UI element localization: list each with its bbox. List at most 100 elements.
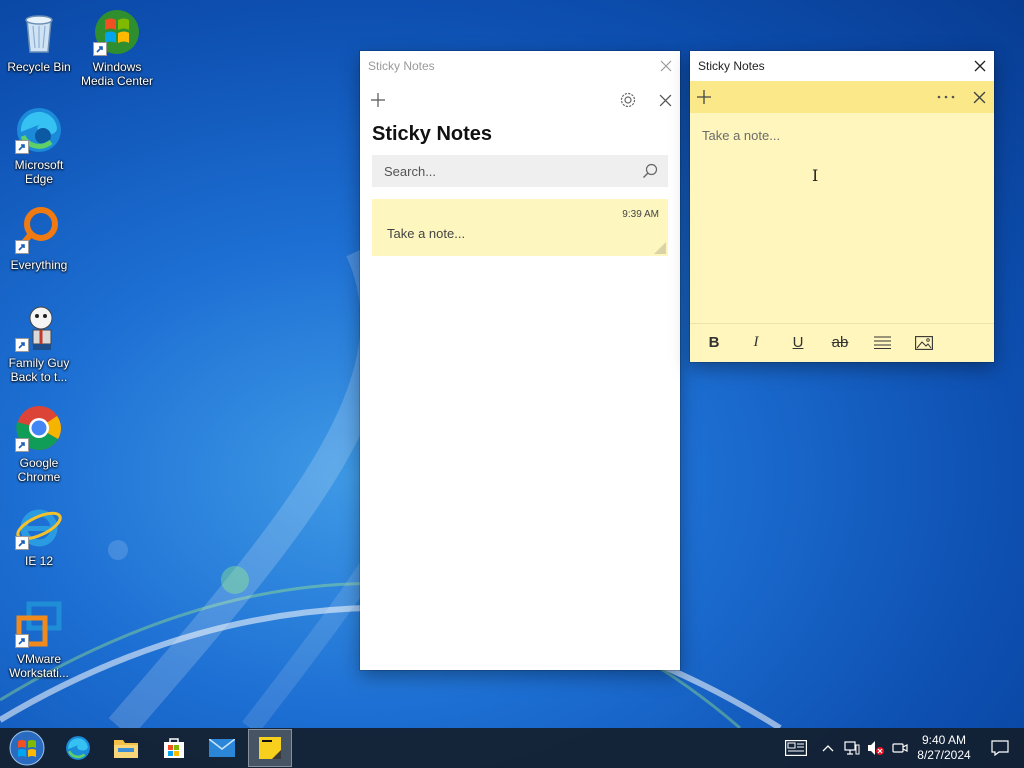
bold-button[interactable]: B	[698, 327, 730, 359]
everything-search-icon	[15, 206, 63, 254]
close-icon	[660, 60, 672, 72]
edge-icon	[15, 106, 63, 154]
desktop-icon-label: Recycle Bin	[7, 60, 71, 74]
close-icon	[974, 60, 986, 72]
start-button[interactable]	[0, 728, 54, 768]
search-box[interactable]	[372, 155, 668, 187]
taskbar: 9:40 AM 8/27/2024	[0, 728, 1024, 768]
desktop-icon-label: Family Guy Back to t...	[8, 356, 70, 384]
list-toolbar	[360, 81, 680, 119]
taskbar-store-button[interactable]	[150, 728, 198, 768]
family-guy-icon	[15, 304, 63, 352]
close-window-button[interactable]	[660, 60, 672, 72]
clock-time: 9:40 AM	[921, 733, 967, 747]
strikethrough-button[interactable]: ab	[824, 327, 856, 359]
bullet-list-button[interactable]	[866, 327, 898, 359]
close-window-button[interactable]	[974, 60, 986, 72]
clock-date: 8/27/2024	[917, 748, 971, 762]
window-title: Sticky Notes	[698, 59, 765, 73]
windows-media-center-icon	[93, 8, 141, 56]
page-title: Sticky Notes	[372, 123, 493, 145]
taskbar-file-explorer-button[interactable]	[102, 728, 150, 768]
edge-icon	[66, 736, 90, 760]
desktop-icon-windows-media-center[interactable]: Windows Media Center	[78, 8, 156, 88]
news-widget-button[interactable]	[776, 728, 816, 768]
action-center-button[interactable]	[976, 728, 1024, 768]
gear-icon	[620, 92, 636, 108]
file-explorer-icon	[114, 740, 138, 758]
start-icon	[9, 730, 45, 766]
shortcut-arrow-icon	[15, 140, 29, 154]
title-bar: Sticky Notes	[690, 51, 994, 81]
window-title: Sticky Notes	[368, 59, 435, 73]
meet-now-button[interactable]	[888, 728, 912, 768]
microsoft-store-icon	[164, 738, 184, 758]
camera-icon	[892, 743, 908, 753]
new-note-button[interactable]	[696, 89, 712, 105]
note-text-area[interactable]	[702, 128, 982, 308]
sticky-note-window: Sticky Notes I B I U ab	[690, 51, 994, 362]
desktop-icon-label: Google Chrome	[17, 456, 61, 484]
insert-image-button[interactable]	[908, 327, 940, 359]
desktop-icon-label: VMware Workstati...	[9, 652, 69, 680]
shortcut-arrow-icon	[15, 536, 29, 550]
more-icon	[937, 95, 955, 99]
volume-button[interactable]	[864, 728, 888, 768]
text-cursor-icon: I	[812, 166, 819, 185]
shortcut-arrow-icon	[15, 240, 29, 254]
search-input[interactable]	[384, 163, 642, 179]
note-body[interactable]: I	[690, 113, 994, 323]
network-icon	[844, 741, 860, 755]
desktop-icon-google-chrome[interactable]: Google Chrome	[0, 404, 78, 484]
page-fold-icon	[642, 242, 666, 254]
menu-button[interactable]	[937, 95, 955, 99]
sticky-notes-list-window: Sticky Notes Sticky Notes 9:39 AM Take a…	[360, 51, 680, 670]
taskbar-mail-button[interactable]	[198, 728, 246, 768]
bullet-list-icon	[873, 336, 891, 349]
desktop-icon-ie[interactable]: IE 12	[0, 502, 78, 568]
recycle-bin-icon	[15, 8, 63, 56]
desktop-icon-vmware[interactable]: VMware Workstati...	[0, 600, 78, 680]
italic-button[interactable]: I	[740, 327, 772, 359]
desktop-icon-recycle-bin[interactable]: Recycle Bin	[0, 8, 78, 74]
chrome-icon	[15, 404, 63, 452]
search-icon[interactable]	[642, 163, 658, 179]
taskbar-edge-button[interactable]	[54, 728, 102, 768]
show-hidden-icons-button[interactable]	[816, 728, 840, 768]
plus-icon	[371, 93, 385, 107]
desktop-icon-everything[interactable]: Everything	[0, 206, 78, 272]
internet-explorer-icon	[15, 502, 63, 550]
desktop-icon-family-guy[interactable]: Family Guy Back to t...	[0, 304, 78, 384]
volume-muted-icon	[868, 741, 884, 755]
new-note-button[interactable]	[370, 92, 386, 108]
title-bar: Sticky Notes	[360, 51, 680, 81]
desktop-icon-label: Windows Media Center	[80, 60, 154, 88]
desktop-icon-microsoft-edge[interactable]: Microsoft Edge	[0, 106, 78, 186]
news-icon	[785, 740, 807, 756]
shortcut-arrow-icon	[93, 42, 107, 56]
system-tray: 9:40 AM 8/27/2024	[776, 728, 1024, 768]
underline-button[interactable]: U	[782, 327, 814, 359]
note-toolbar	[690, 81, 994, 113]
delete-note-button[interactable]	[973, 91, 986, 104]
desktop-icon-label: Microsoft Edge	[14, 158, 64, 186]
settings-button[interactable]	[619, 91, 637, 109]
shortcut-arrow-icon	[15, 438, 29, 452]
shortcut-arrow-icon	[15, 338, 29, 352]
network-button[interactable]	[840, 728, 864, 768]
notification-icon	[991, 740, 1009, 756]
shortcut-arrow-icon	[15, 634, 29, 648]
chevron-up-icon	[822, 745, 834, 752]
desktop-icon-label: Everything	[10, 258, 68, 272]
taskbar-sticky-notes-button[interactable]	[248, 729, 292, 767]
clock[interactable]: 9:40 AM 8/27/2024	[912, 733, 976, 763]
vmware-icon	[15, 600, 63, 648]
close-icon	[973, 91, 986, 103]
plus-icon	[697, 90, 711, 104]
format-toolbar: B I U ab	[690, 323, 994, 361]
note-card[interactable]: 9:39 AM Take a note...	[372, 199, 668, 256]
mail-icon	[209, 739, 235, 757]
note-timestamp: 9:39 AM	[622, 209, 659, 220]
note-preview: Take a note...	[387, 226, 466, 241]
close-list-button[interactable]	[659, 94, 672, 107]
